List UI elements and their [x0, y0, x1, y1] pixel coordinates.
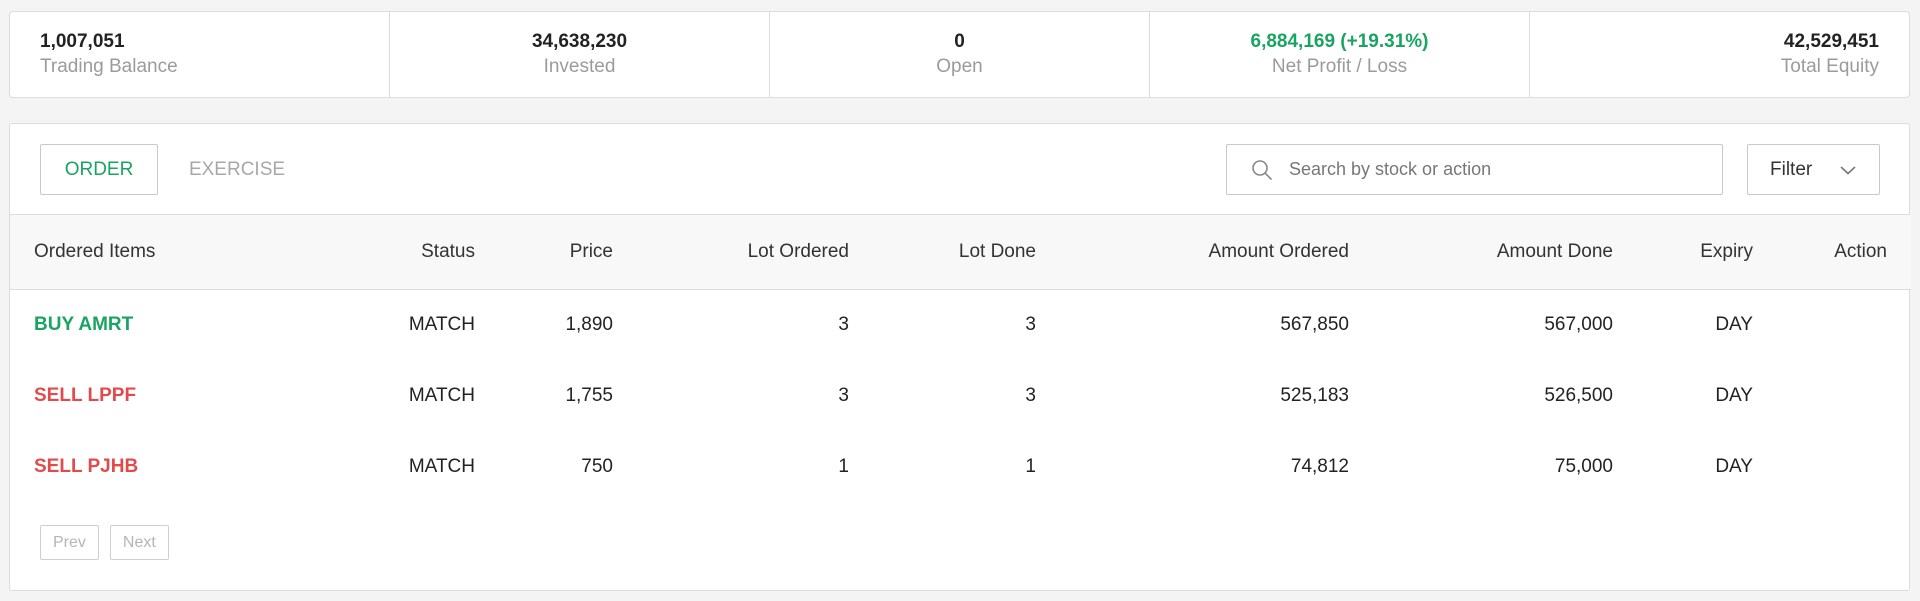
pagination: Prev Next [40, 525, 169, 560]
filter-label: Filter [1770, 158, 1813, 180]
tab-exercise[interactable]: EXERCISE [182, 144, 292, 195]
cell-lot-done: 1 [1025, 455, 1036, 477]
stat-invested: 34,638,230 Invested [390, 12, 770, 97]
col-header-status[interactable]: Status [280, 215, 475, 289]
cell-expiry: DAY [1715, 313, 1753, 335]
stat-value: 1,007,051 [40, 30, 125, 52]
cell-amount-ordered: 567,850 [1280, 313, 1349, 335]
next-page-button[interactable]: Next [109, 525, 169, 560]
stat-net-profit-loss: 6,884,169 (+19.31%) Net Profit / Loss [1150, 12, 1530, 97]
cell-status: MATCH [408, 384, 475, 406]
cell-amount-done: 567,000 [1544, 313, 1613, 335]
search-icon [1252, 159, 1272, 180]
table-header-row: Ordered Items Status Price Lot Ordered L… [10, 215, 1911, 289]
col-header-action: Action [1834, 240, 1887, 262]
cell-amount-ordered: 525,183 [1280, 384, 1349, 406]
stat-label: Invested [543, 55, 616, 77]
orders-panel: ORDER EXERCISE Filter Ordered Items Stat… [9, 123, 1911, 591]
cell-lot-done: 3 [1025, 313, 1036, 335]
stat-trading-balance: 1,007,051 Trading Balance [10, 12, 390, 97]
col-header-price[interactable]: Price [475, 215, 613, 289]
cell-lot-done: 3 [1025, 384, 1036, 406]
cell-ordered-item[interactable]: SELL PJHB [10, 431, 280, 502]
cell-ordered-item[interactable]: BUY AMRT [10, 289, 280, 360]
col-header-amount-done[interactable]: Amount Done [1349, 215, 1613, 289]
stat-label: Net Profit / Loss [1271, 55, 1408, 77]
cell-price: 1,890 [565, 313, 613, 335]
cell-expiry: DAY [1715, 384, 1753, 406]
cell-action [1753, 431, 1911, 502]
cell-lot-ordered: 3 [838, 384, 849, 406]
chevron-down-icon [1840, 165, 1856, 175]
col-header-lot-done[interactable]: Lot Done [849, 215, 1036, 289]
stat-open: 0 Open [770, 12, 1150, 97]
cell-status: MATCH [408, 313, 475, 335]
cell-price: 1,755 [565, 384, 613, 406]
cell-price: 750 [581, 455, 613, 477]
cell-amount-done: 75,000 [1554, 455, 1613, 477]
table-row[interactable]: BUY AMRT MATCH 1,890 3 3 567,850 567,000… [10, 289, 1911, 360]
cell-amount-done: 526,500 [1544, 384, 1613, 406]
col-header-lot-ordered[interactable]: Lot Ordered [613, 215, 849, 289]
stat-value: 42,529,451 [1783, 30, 1879, 52]
stat-label: Trading Balance [40, 55, 178, 77]
stat-total-equity: 42,529,451 Total Equity [1530, 12, 1909, 97]
cell-lot-ordered: 1 [838, 455, 849, 477]
col-header-amount-ordered[interactable]: Amount Ordered [1036, 215, 1349, 289]
cell-action [1753, 360, 1911, 431]
table-row[interactable]: SELL LPPF MATCH 1,755 3 3 525,183 526,50… [10, 360, 1911, 431]
col-header-ordered-items[interactable]: Ordered Items [10, 215, 280, 289]
cell-lot-ordered: 3 [838, 313, 849, 335]
search-box[interactable] [1226, 144, 1723, 195]
cell-amount-ordered: 74,812 [1290, 455, 1349, 477]
orders-table: Ordered Items Status Price Lot Ordered L… [10, 215, 1911, 502]
col-header-expiry[interactable]: Expiry [1613, 215, 1753, 289]
stat-label: Total Equity [1780, 55, 1879, 77]
stat-label: Open [936, 55, 983, 77]
filter-dropdown[interactable]: Filter [1747, 144, 1880, 195]
cell-expiry: DAY [1715, 455, 1753, 477]
cell-ordered-item[interactable]: SELL LPPF [10, 360, 280, 431]
stat-value: 0 [954, 30, 965, 52]
search-input[interactable] [1289, 159, 1709, 180]
cell-action [1753, 289, 1911, 360]
tab-order[interactable]: ORDER [40, 144, 158, 195]
cell-status: MATCH [408, 455, 475, 477]
prev-page-button[interactable]: Prev [40, 525, 99, 560]
account-summary: 1,007,051 Trading Balance 34,638,230 Inv… [9, 11, 1910, 98]
table-row[interactable]: SELL PJHB MATCH 750 1 1 74,812 75,000 DA… [10, 431, 1911, 502]
stat-value: 6,884,169 (+19.31%) [1250, 30, 1429, 52]
stat-value: 34,638,230 [531, 30, 628, 52]
orders-toolbar: ORDER EXERCISE Filter [10, 124, 1909, 215]
